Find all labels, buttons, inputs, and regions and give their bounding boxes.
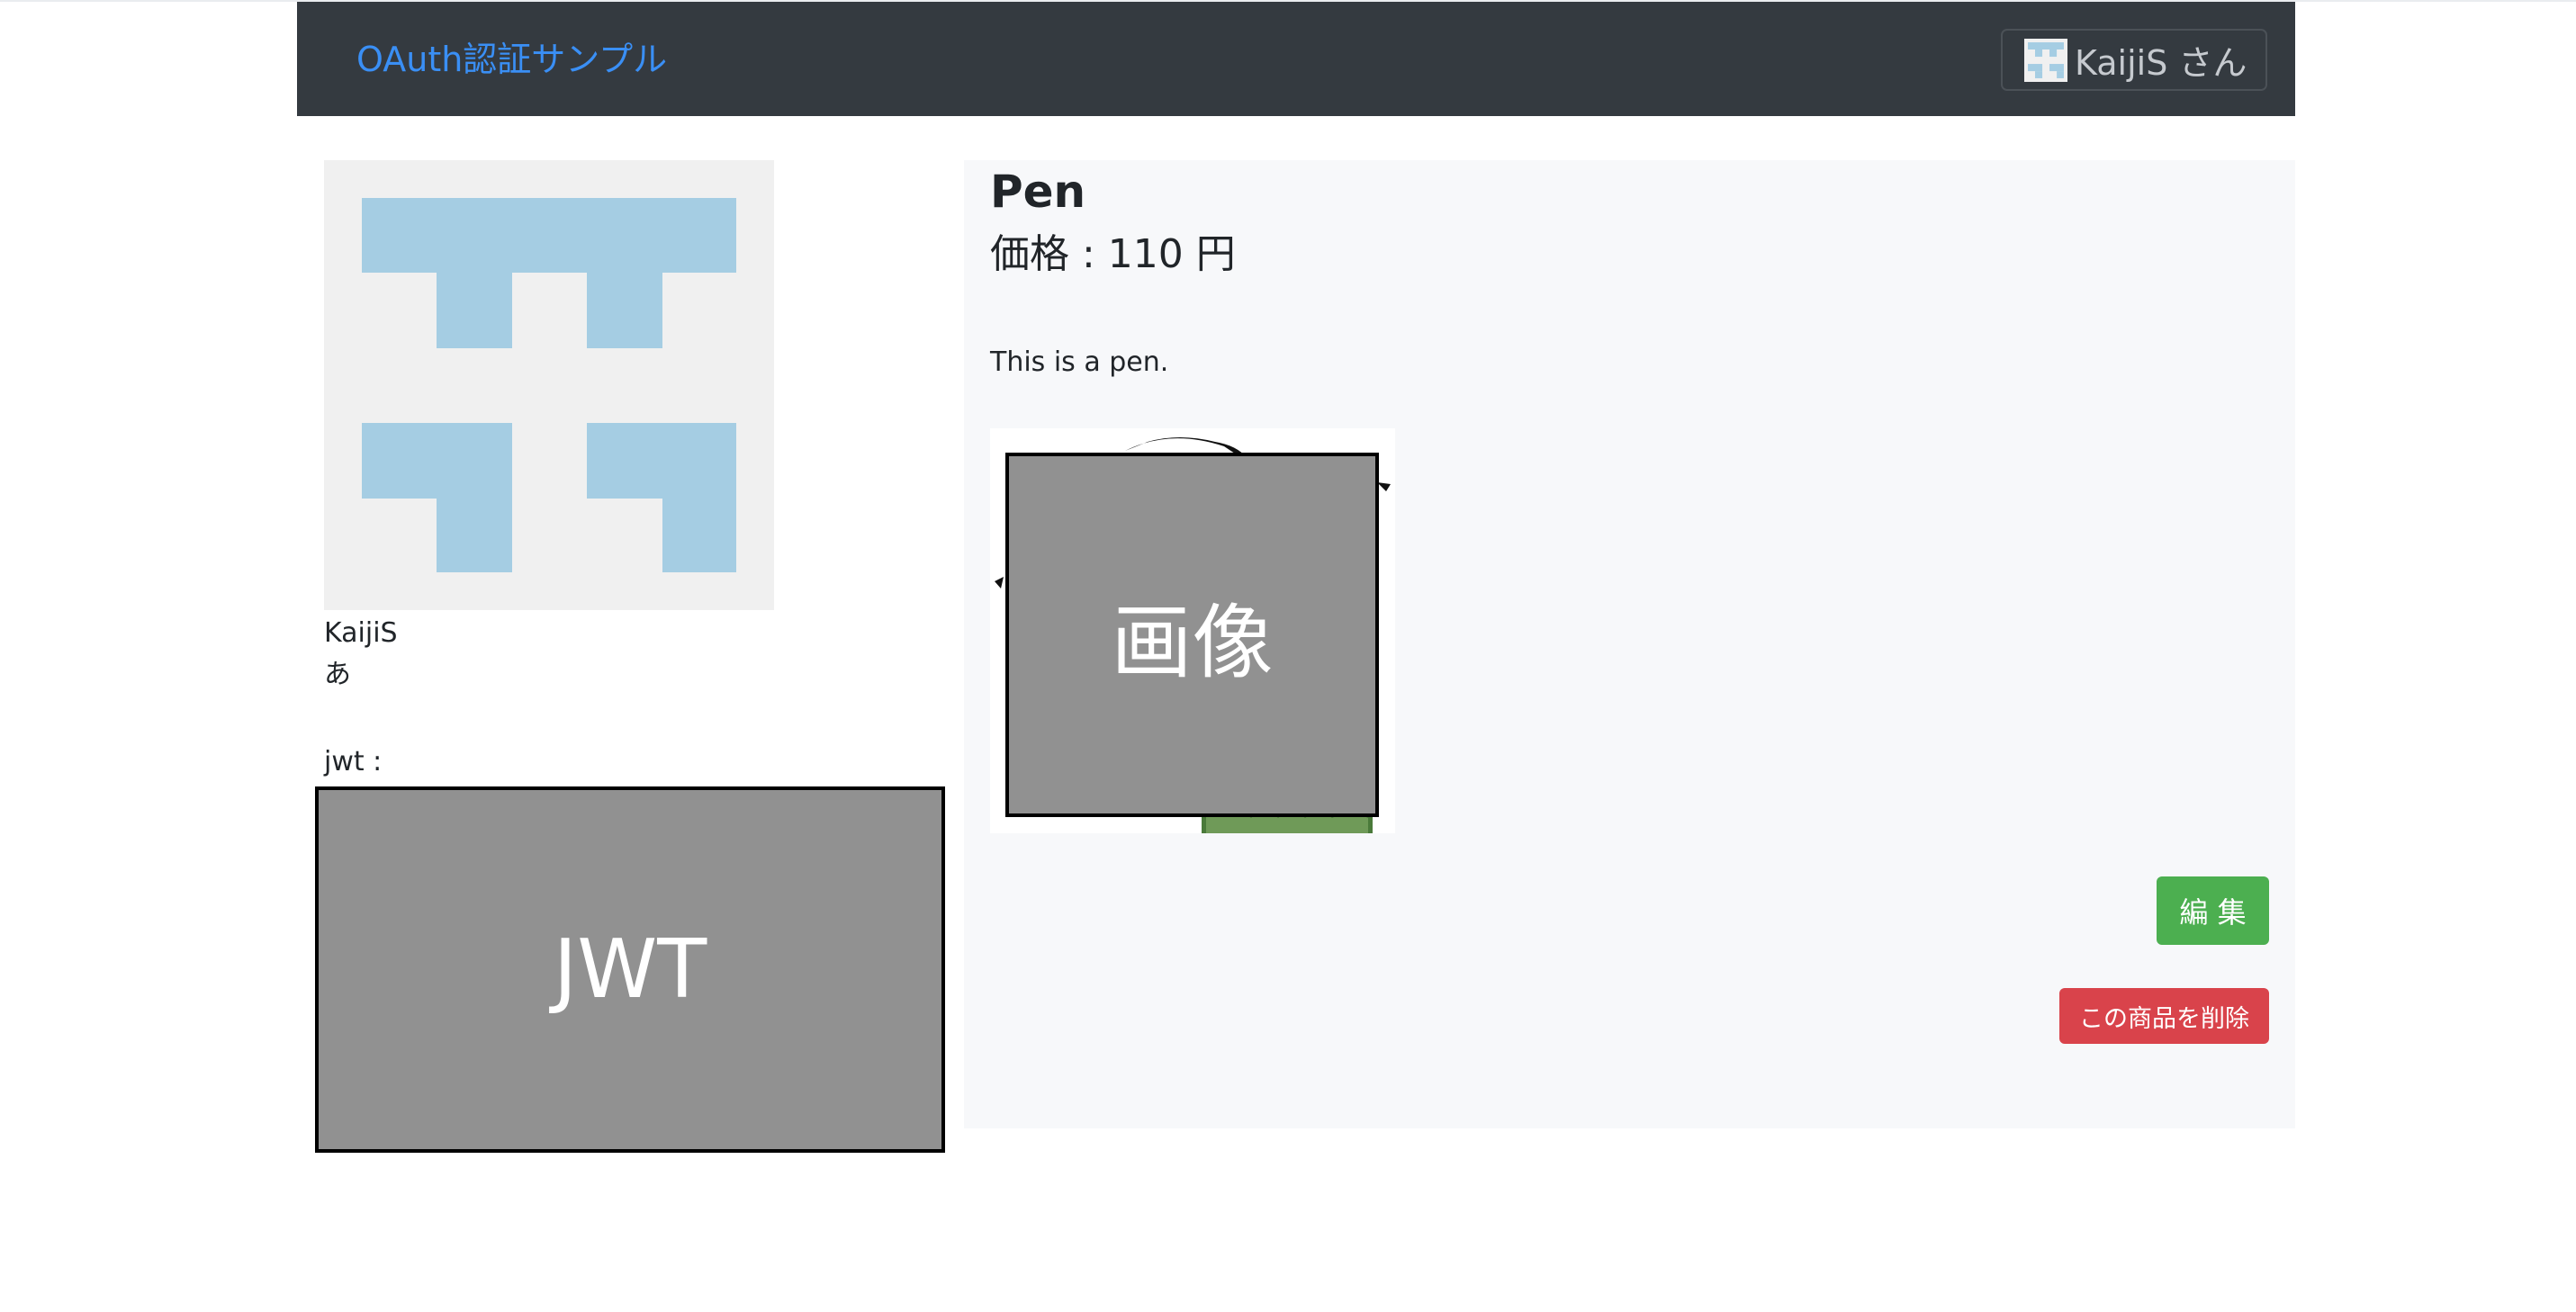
product-price: 価格 : 110 円: [990, 231, 1236, 277]
profile-name: KaijiS: [324, 617, 398, 649]
user-name-label: KaijiS さん: [2075, 43, 2247, 83]
product-image: 画像: [990, 428, 1395, 833]
jwt-placeholder-text: JWT: [553, 922, 707, 1017]
profile-avatar-icon: [324, 160, 774, 610]
product-description: This is a pen.: [990, 346, 1169, 378]
user-avatar-icon: [2024, 38, 2067, 82]
product-panel: Pen 価格 : 110 円 This is a pen. 画像 編 集 この商…: [964, 160, 2295, 1128]
jwt-label: jwt :: [324, 746, 383, 777]
brand-link[interactable]: OAuth認証サンプル: [356, 34, 667, 85]
delete-product-button[interactable]: この商品を削除: [2059, 988, 2269, 1044]
product-title: Pen: [990, 166, 1086, 218]
profile-bio: あ: [324, 659, 351, 690]
user-menu-button[interactable]: KaijiS さん: [2001, 29, 2267, 91]
jwt-redacted-box: JWT: [315, 786, 945, 1153]
edit-button[interactable]: 編 集: [2157, 876, 2269, 945]
image-redacted-box: 画像: [1005, 453, 1379, 817]
image-placeholder-text: 画像: [1111, 595, 1274, 690]
navbar: OAuth認証サンプル KaijiS さん: [297, 2, 2295, 116]
